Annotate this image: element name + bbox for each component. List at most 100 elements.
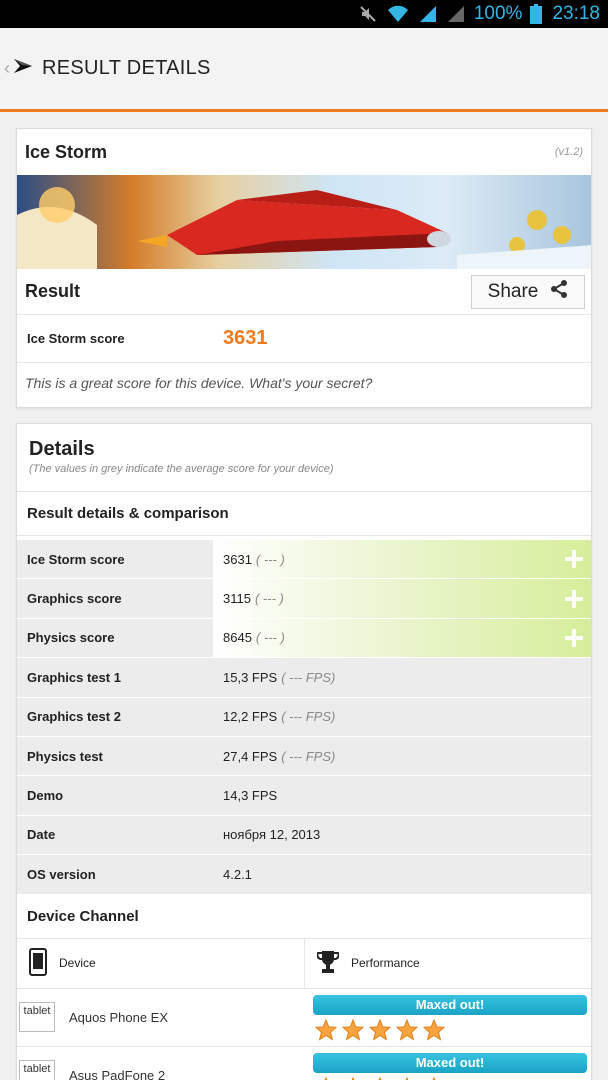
ice-storm-score-row: Ice Storm score 3631 — [17, 315, 591, 363]
result-label: Result — [25, 281, 81, 301]
details-note: (The values in grey indicate the average… — [29, 463, 334, 475]
score-value: 3631 — [223, 327, 268, 349]
result-row: Result Share — [17, 269, 591, 315]
score-message: This is a great score for this device. W… — [25, 375, 373, 391]
details-row-date: Date ноября 12, 2013 — [17, 815, 591, 856]
performance-bar: Maxed out! — [313, 1052, 587, 1073]
details-row-physics-test: Physics test 27,4 FPS ( --- FPS) — [17, 736, 591, 777]
device-cell: tablet Aquos Phone EX — [17, 989, 305, 1046]
action-bar: ‹ RESULT DETAILS — [0, 28, 608, 112]
status-bar: 100% 23:18 — [0, 0, 608, 28]
details-row-demo: Demo 14,3 FPS — [17, 776, 591, 816]
test-name: Ice Storm — [25, 141, 108, 162]
details-title: Details — [29, 438, 95, 460]
star-icon — [396, 1018, 418, 1041]
star-icon — [423, 1018, 445, 1041]
row-value: 3115 ( --- ) — [213, 579, 591, 618]
share-label: Share — [487, 280, 539, 302]
tablet-image-placeholder: tablet — [19, 1060, 55, 1080]
share-button[interactable]: Share — [471, 274, 585, 309]
test-version: (v1.2) — [554, 146, 583, 158]
device-column-label: Device — [59, 956, 96, 971]
row-value: 15,3 FPS ( --- FPS) — [213, 658, 591, 696]
row-average: ( --- ) — [254, 591, 284, 607]
row-label: Physics score — [17, 618, 213, 658]
row-value-text: 8645 — [223, 630, 252, 646]
device-channel-columns: Device Performance — [17, 938, 591, 989]
summary-card: Ice Storm (v1.2) Result Share Ice Storm … — [16, 128, 592, 408]
details-row-graphics-score[interactable]: Graphics score 3115 ( --- ) — [17, 579, 591, 619]
performance-cell: Maxed out! — [305, 989, 591, 1046]
wifi-icon — [386, 4, 410, 24]
device-column-header: Device — [17, 938, 305, 988]
row-value: 27,4 FPS ( --- FPS) — [213, 737, 591, 775]
phone-icon — [29, 947, 47, 979]
details-row-os-version: OS version 4.2.1 — [17, 855, 591, 895]
star-icon — [315, 1018, 337, 1041]
row-value-text: 12,2 FPS — [223, 709, 278, 725]
row-label: OS version — [17, 855, 213, 894]
star-icon — [432, 1076, 436, 1080]
expand-plus-icon[interactable] — [565, 589, 583, 608]
row-value: 14,3 FPS — [213, 776, 591, 814]
details-header: Details (The values in grey indicate the… — [17, 424, 591, 492]
star-icon — [369, 1018, 391, 1041]
star-icon — [378, 1076, 382, 1080]
device-channel-heading: Device Channel — [17, 895, 591, 939]
row-label: Ice Storm score — [17, 540, 213, 579]
row-value-text: 4.2.1 — [223, 866, 252, 882]
star-rating — [313, 1018, 587, 1041]
expand-plus-icon[interactable] — [565, 628, 583, 647]
row-value: 4.2.1 — [213, 855, 591, 893]
row-value: 12,2 FPS ( --- FPS) — [213, 698, 591, 736]
performance-column-header: Performance — [305, 939, 420, 988]
performance-bar: Maxed out! — [313, 994, 587, 1015]
details-table: Ice Storm score 3631 ( --- ) Graphics sc… — [17, 540, 591, 895]
device-row[interactable]: tablet Aquos Phone EX Maxed out! — [17, 988, 591, 1047]
row-label: Date — [17, 815, 213, 855]
performance-cell: Maxed out! — [305, 1047, 591, 1080]
star-icon — [405, 1076, 409, 1080]
battery-percent: 100% — [473, 3, 523, 24]
row-label: Demo — [17, 776, 213, 815]
row-value-text: 27,4 FPS — [223, 748, 278, 764]
row-average: ( --- FPS) — [281, 748, 336, 764]
trophy-icon — [316, 949, 340, 978]
row-label: Physics test — [17, 736, 213, 776]
summary-header: Ice Storm (v1.2) — [17, 129, 591, 175]
row-average: ( --- FPS) — [281, 669, 336, 685]
row-value-text: 3115 — [223, 591, 251, 607]
row-label: Graphics test 1 — [17, 658, 213, 697]
row-value: 8645 ( --- ) — [213, 618, 591, 658]
device-row[interactable]: tablet Asus PadFone 2 Maxed out! — [17, 1046, 591, 1080]
row-value-text: 3631 — [223, 551, 252, 567]
3dmark-logo-icon[interactable] — [12, 55, 34, 82]
star-icon — [342, 1018, 364, 1041]
details-row-ice-storm-score[interactable]: Ice Storm score 3631 ( --- ) — [17, 540, 591, 580]
details-row-graphics-test-2: Graphics test 2 12,2 FPS ( --- FPS) — [17, 697, 591, 737]
ice-storm-banner-image — [17, 175, 591, 269]
share-icon — [550, 279, 568, 304]
score-label: Ice Storm score — [27, 331, 125, 346]
signal-secondary-icon — [446, 4, 466, 24]
row-value-text: 14,3 FPS — [223, 788, 278, 804]
battery-icon — [530, 4, 543, 24]
expand-plus-icon[interactable] — [565, 550, 583, 569]
performance-column-label: Performance — [351, 956, 420, 971]
tablet-image-placeholder: tablet — [19, 1002, 55, 1033]
signal-icon — [418, 4, 438, 24]
mute-icon — [358, 4, 378, 24]
device-name: Asus PadFone 2 — [69, 1067, 166, 1080]
device-cell: tablet Asus PadFone 2 — [17, 1047, 305, 1080]
back-chevron-icon[interactable]: ‹ — [4, 58, 10, 79]
star-rating — [313, 1076, 587, 1080]
details-card: Details (The values in grey indicate the… — [16, 423, 592, 1080]
row-value-text: 15,3 FPS — [223, 669, 278, 685]
row-label: Graphics test 2 — [17, 697, 213, 736]
status-time: 23:18 — [552, 3, 600, 24]
details-row-physics-score[interactable]: Physics score 8645 ( --- ) — [17, 618, 591, 659]
device-name: Aquos Phone EX — [69, 1009, 169, 1025]
details-row-graphics-test-1: Graphics test 1 15,3 FPS ( --- FPS) — [17, 658, 591, 698]
row-value-text: ноября 12, 2013 — [223, 827, 321, 843]
row-average: ( --- ) — [255, 551, 285, 567]
